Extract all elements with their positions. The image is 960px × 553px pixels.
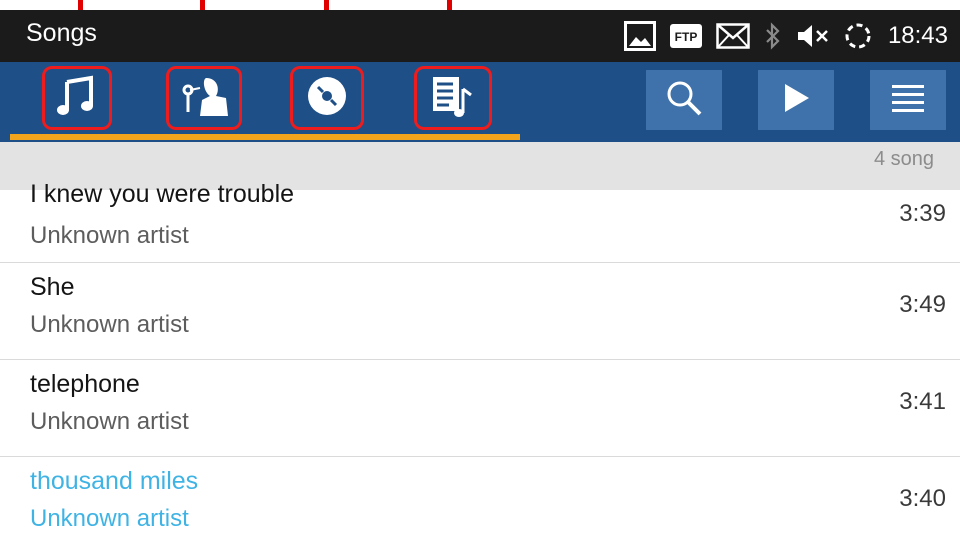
song-row[interactable]: I knew you were trouble Unknown artist 3… bbox=[0, 178, 960, 263]
tab-artists[interactable] bbox=[166, 66, 242, 130]
sync-icon bbox=[844, 22, 872, 50]
song-row-now-playing[interactable]: thousand miles Unknown artist 3:40 bbox=[0, 457, 960, 553]
status-bar: Songs FTP 18:43 bbox=[0, 10, 960, 62]
menu-button[interactable] bbox=[870, 70, 946, 130]
tab-playlists[interactable] bbox=[414, 66, 492, 130]
tab-albums[interactable] bbox=[290, 66, 364, 130]
song-title: thousand miles bbox=[30, 467, 199, 495]
menu-icon bbox=[888, 81, 928, 120]
song-duration: 3:40 bbox=[899, 485, 946, 512]
status-icons: FTP 18:43 bbox=[623, 10, 948, 62]
song-list: I knew you were trouble Unknown artist 3… bbox=[0, 178, 960, 553]
album-disc-icon bbox=[304, 73, 350, 124]
song-artist: Unknown artist bbox=[30, 311, 189, 338]
play-icon bbox=[779, 81, 813, 120]
music-note-icon bbox=[55, 74, 99, 123]
selected-tab-indicator bbox=[10, 134, 520, 140]
song-artist: Unknown artist bbox=[30, 505, 189, 532]
artist-icon bbox=[176, 74, 232, 123]
song-duration: 3:39 bbox=[899, 200, 946, 227]
ftp-label: FTP bbox=[675, 30, 698, 44]
mail-icon bbox=[716, 23, 750, 49]
mute-icon bbox=[796, 22, 830, 50]
song-title: telephone bbox=[30, 370, 140, 398]
tab-songs[interactable] bbox=[42, 66, 112, 130]
top-margin bbox=[0, 0, 960, 10]
ftp-icon: FTP bbox=[669, 24, 702, 48]
song-count: 4 song bbox=[873, 148, 934, 170]
play-button[interactable] bbox=[758, 70, 834, 130]
song-row[interactable]: She Unknown artist 3:49 bbox=[0, 263, 960, 360]
search-icon bbox=[664, 78, 704, 123]
song-title: I knew you were trouble bbox=[30, 180, 295, 208]
song-artist: Unknown artist bbox=[30, 222, 189, 249]
song-duration: 3:49 bbox=[899, 291, 946, 318]
status-title: Songs bbox=[26, 19, 97, 47]
song-artist: Unknown artist bbox=[30, 408, 189, 435]
clock: 18:43 bbox=[887, 22, 948, 49]
song-row[interactable]: telephone Unknown artist 3:41 bbox=[0, 360, 960, 457]
bluetooth-icon bbox=[764, 21, 782, 51]
playlist-icon bbox=[429, 73, 477, 124]
picture-icon bbox=[623, 21, 656, 51]
song-duration: 3:41 bbox=[899, 388, 946, 415]
song-title: She bbox=[30, 273, 75, 301]
search-button[interactable] bbox=[646, 70, 722, 130]
